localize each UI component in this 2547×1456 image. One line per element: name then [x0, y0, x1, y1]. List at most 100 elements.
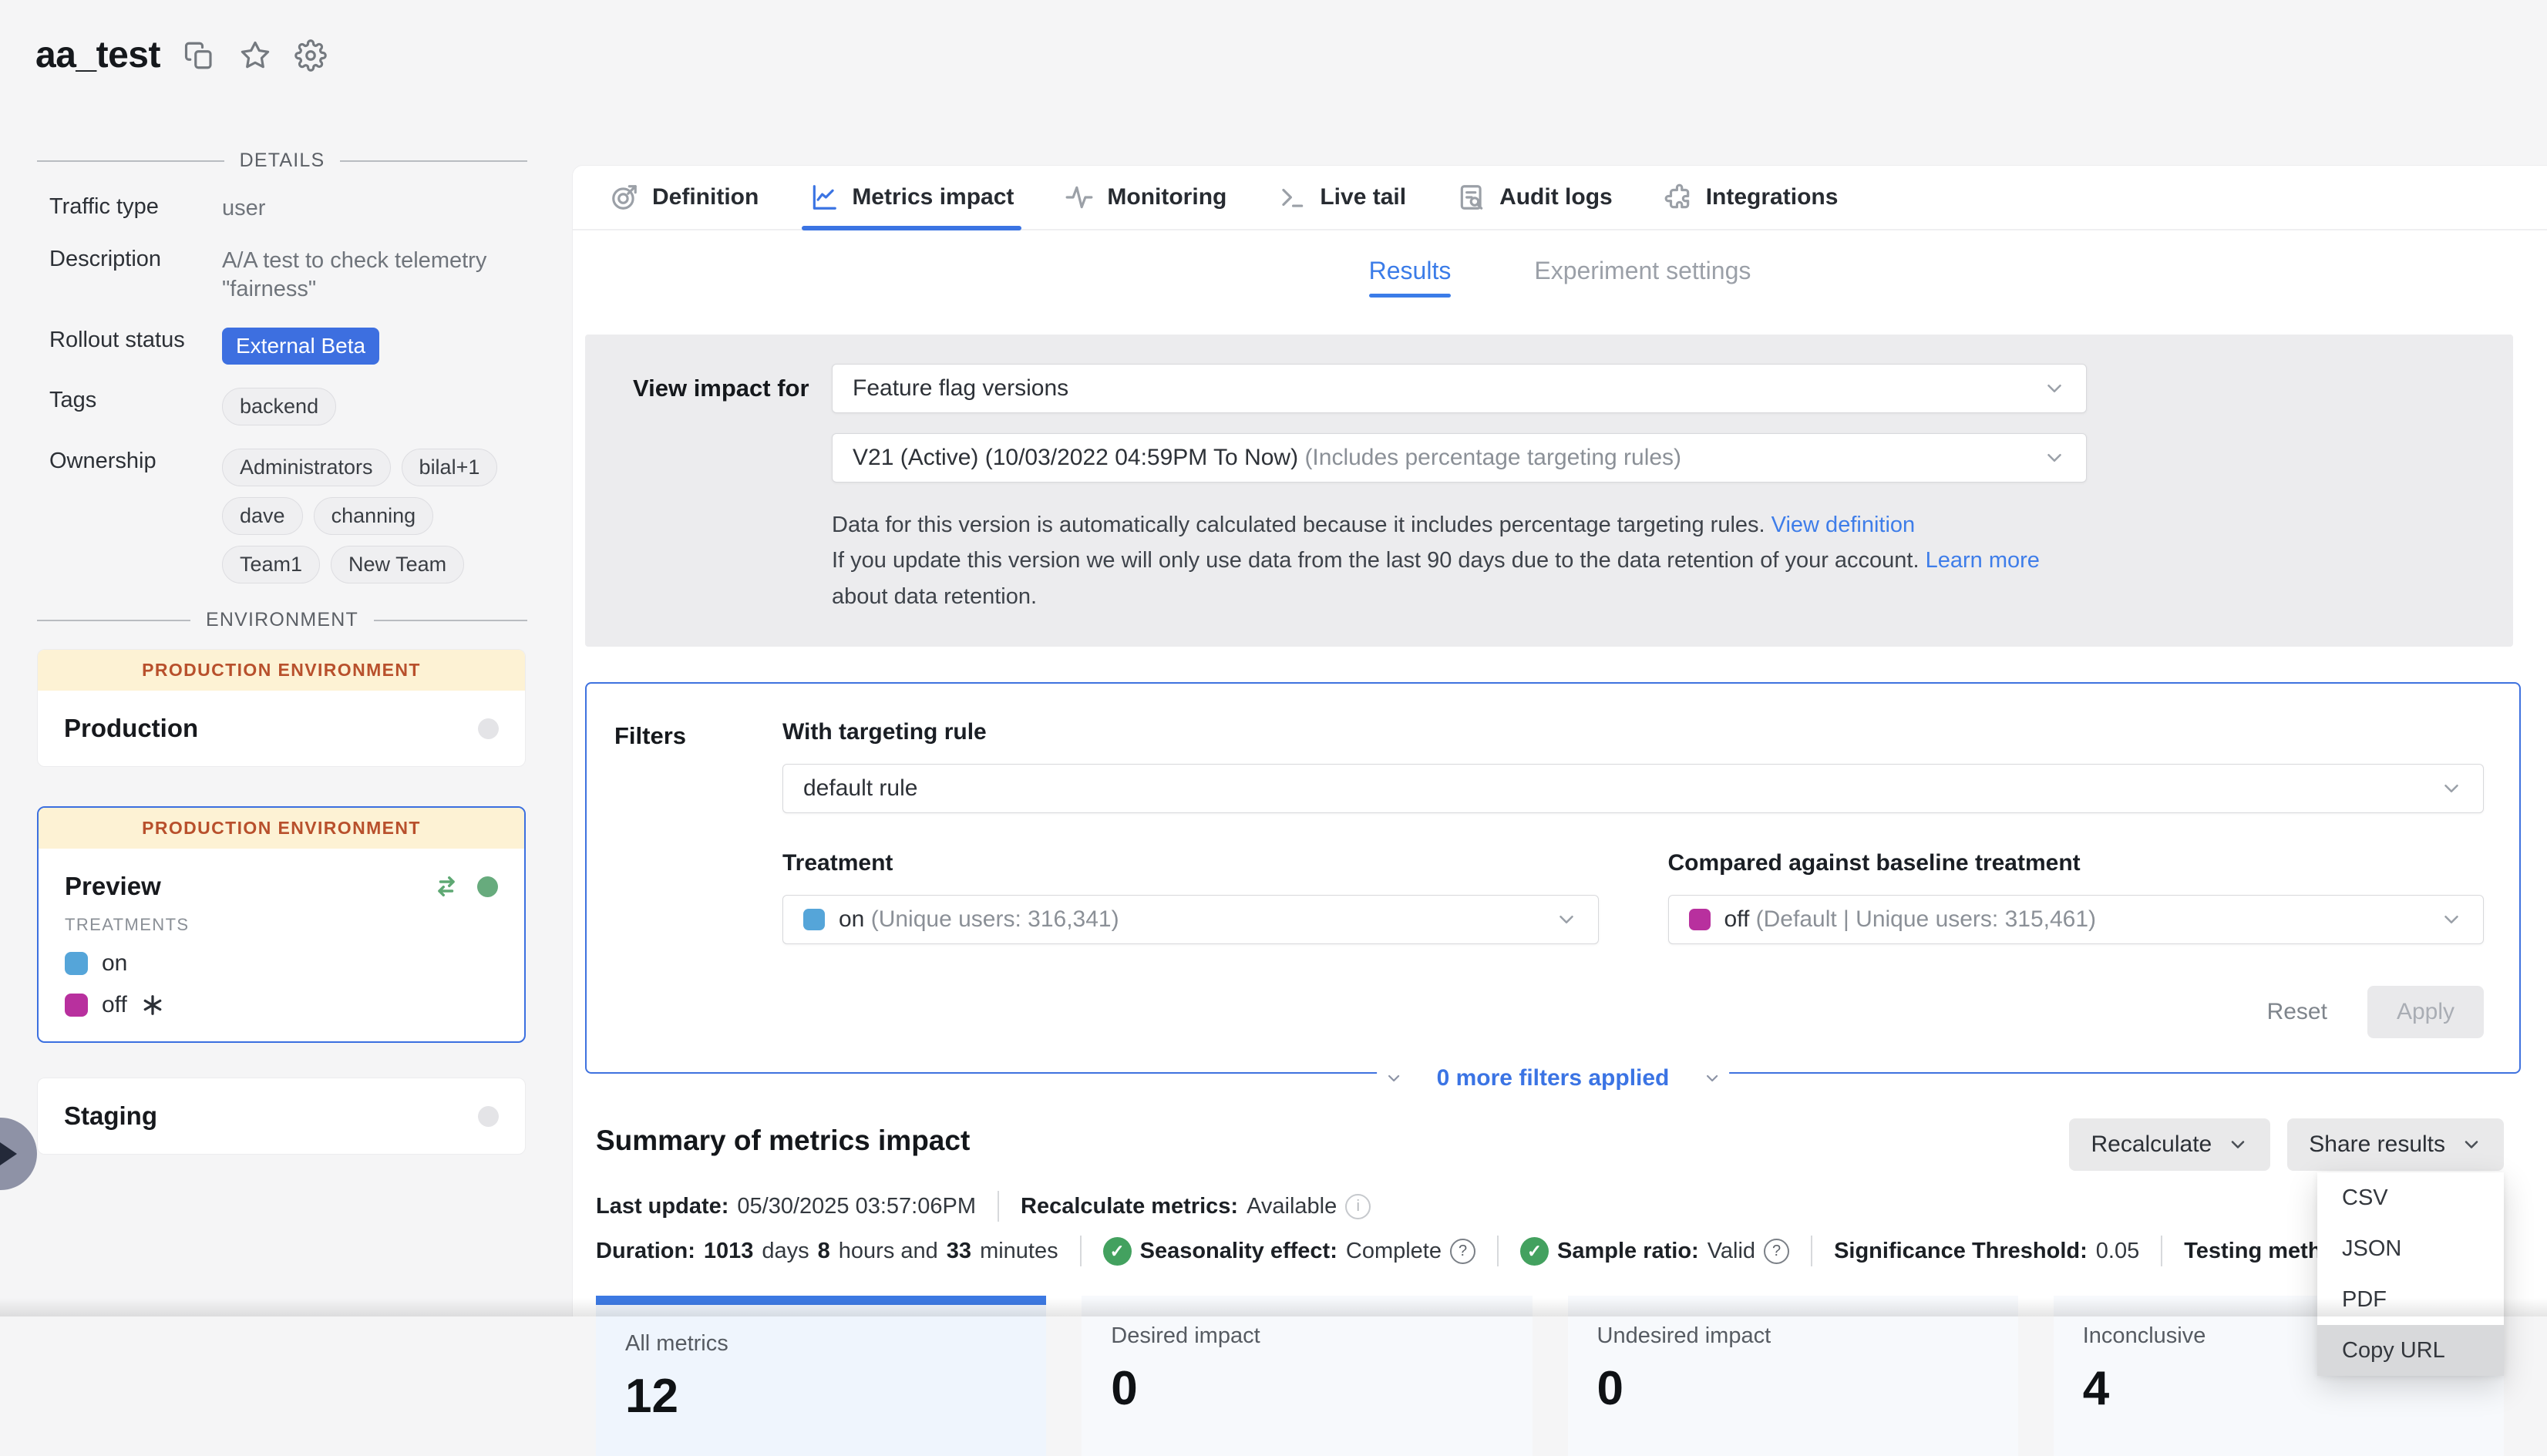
version-select[interactable]: V21 (Active) (10/03/2022 04:59PM To Now)…: [832, 433, 2087, 483]
chevron-down-icon: [2440, 908, 2463, 931]
default-treatment-asterisk-icon: [141, 994, 164, 1017]
environment-name: Production: [64, 714, 198, 743]
menu-item-copy-url[interactable]: Copy URL: [2317, 1325, 2504, 1376]
line-chart-icon: [809, 183, 839, 212]
copy-icon[interactable]: [183, 39, 216, 72]
status-dot-gray: [478, 718, 499, 739]
traffic-type-value: user: [222, 194, 524, 224]
targeting-rule-label: With targeting rule: [782, 719, 2484, 745]
reset-button[interactable]: Reset: [2267, 999, 2327, 1025]
description-value: A/A test to check telemetry "fairness": [222, 247, 524, 304]
check-circle-icon: ✓: [1520, 1237, 1549, 1266]
sidebar-collapse-button[interactable]: [0, 1118, 37, 1190]
tab-metrics-impact[interactable]: Metrics impact: [809, 166, 1014, 229]
subtab-results[interactable]: Results: [1369, 257, 1452, 298]
rollout-status-label: Rollout status: [49, 328, 222, 353]
details-section-header: DETAILS: [37, 150, 527, 172]
owner-pill[interactable]: New Team: [331, 546, 464, 583]
ownership-label: Ownership: [49, 449, 222, 474]
treatment-select[interactable]: on (Unique users: 316,341): [782, 895, 1599, 944]
results-subtabs: Results Experiment settings: [573, 257, 2547, 298]
environment-name: Preview: [65, 872, 161, 901]
version-note: (Includes percentage targeting rules): [1304, 445, 1681, 470]
recalculate-button[interactable]: Recalculate: [2069, 1118, 2270, 1171]
tab-integrations[interactable]: Integrations: [1664, 166, 1839, 229]
data-retention-note: If you update this version we will only …: [832, 543, 2087, 614]
version-auto-note: Data for this version is automatically c…: [832, 507, 2087, 543]
treatment-name: on: [102, 950, 127, 977]
view-impact-label: View impact for: [633, 364, 832, 614]
environment-section-header: ENVIRONMENT: [37, 609, 527, 631]
targeting-rule-select[interactable]: default rule: [782, 764, 2484, 813]
metric-summary-cards: All metrics 12 Desired impact 0 Undesire…: [596, 1296, 2504, 1456]
metric-card-undesired-impact[interactable]: Undesired impact 0: [1568, 1296, 2018, 1456]
treatments-label: TREATMENTS: [65, 915, 524, 935]
owner-pill[interactable]: dave: [222, 497, 303, 535]
treatment-name: off: [102, 992, 127, 1018]
learn-more-link[interactable]: Learn more: [1926, 548, 2040, 573]
target-icon: [610, 183, 639, 212]
share-results-button[interactable]: Share results: [2287, 1118, 2504, 1171]
main-panel: Definition Metrics impact Monitoring Liv…: [572, 165, 2547, 1316]
details-grid: Traffic type user Description A/A test t…: [49, 194, 524, 583]
flag-header: aa_test: [35, 34, 327, 76]
chevron-down-icon: [1703, 1069, 1721, 1088]
chevron-down-icon: [2461, 1134, 2482, 1155]
treatment-color-swatch: [65, 952, 88, 975]
apply-button[interactable]: Apply: [2367, 986, 2484, 1038]
tab-audit-logs[interactable]: Audit logs: [1457, 166, 1613, 229]
page-title: aa_test: [35, 34, 160, 76]
treatment-color-swatch: [803, 909, 825, 930]
share-results-menu: CSV JSON PDF Copy URL: [2317, 1172, 2504, 1376]
gear-icon[interactable]: [294, 39, 327, 72]
tags-label: Tags: [49, 388, 222, 413]
production-environment-banner: PRODUCTION ENVIRONMENT: [38, 650, 525, 691]
star-icon[interactable]: [239, 39, 271, 72]
owner-pill[interactable]: Team1: [222, 546, 320, 583]
chevron-down-icon: [2043, 446, 2066, 469]
help-icon[interactable]: ?: [1764, 1239, 1789, 1264]
status-dot-green: [477, 876, 498, 897]
chevron-right-icon: [0, 1142, 17, 1165]
metric-card-desired-impact[interactable]: Desired impact 0: [1082, 1296, 1532, 1456]
view-impact-panel: View impact for Feature flag versions V2…: [585, 335, 2513, 647]
description-label: Description: [49, 247, 222, 272]
view-definition-link[interactable]: View definition: [1771, 513, 1915, 537]
treatment-color-swatch: [1689, 909, 1711, 930]
summary-title: Summary of metrics impact: [596, 1118, 970, 1157]
owner-pill[interactable]: Administrators: [222, 449, 391, 486]
tag-pill[interactable]: backend: [222, 388, 336, 425]
tab-monitoring[interactable]: Monitoring: [1065, 166, 1226, 229]
help-icon[interactable]: ?: [1450, 1239, 1475, 1264]
owner-pill[interactable]: channing: [314, 497, 434, 535]
baseline-treatment-select[interactable]: off (Default | Unique users: 315,461): [1668, 895, 2485, 944]
swap-arrows-icon[interactable]: [432, 873, 460, 900]
check-circle-icon: ✓: [1103, 1237, 1132, 1266]
treatment-row-on: on: [65, 950, 524, 977]
chevron-down-icon: [2440, 777, 2463, 800]
owner-pill[interactable]: bilal+1: [402, 449, 498, 486]
treatment-row-off: off: [65, 992, 524, 1018]
treatment-color-swatch: [65, 994, 88, 1017]
rollout-status-badge: External Beta: [222, 328, 379, 365]
menu-item-csv[interactable]: CSV: [2317, 1172, 2504, 1223]
environment-card-staging[interactable]: Staging: [37, 1078, 526, 1155]
tab-live-tail[interactable]: Live tail: [1277, 166, 1406, 229]
environment-card-preview[interactable]: PRODUCTION ENVIRONMENT Preview TREATMENT…: [37, 806, 526, 1043]
menu-item-json[interactable]: JSON: [2317, 1223, 2504, 1274]
status-dot-gray: [478, 1106, 499, 1127]
production-environment-banner: PRODUCTION ENVIRONMENT: [39, 808, 524, 849]
more-filters-toggle[interactable]: 0 more filters applied: [1377, 1065, 1730, 1091]
pulse-icon: [1065, 183, 1094, 212]
tab-bar: Definition Metrics impact Monitoring Liv…: [573, 166, 2547, 230]
summary-stats-line-2: Duration: 1013 days 8 hours and 33 minut…: [596, 1236, 2504, 1266]
chevron-down-icon: [1385, 1069, 1403, 1088]
environment-card-production[interactable]: PRODUCTION ENVIRONMENT Production: [37, 649, 526, 767]
puzzle-icon: [1664, 183, 1693, 212]
impact-source-select[interactable]: Feature flag versions: [832, 364, 2087, 413]
tab-definition[interactable]: Definition: [610, 166, 759, 229]
terminal-icon: [1277, 183, 1307, 212]
subtab-experiment-settings[interactable]: Experiment settings: [1534, 257, 1751, 298]
info-icon[interactable]: i: [1345, 1194, 1371, 1219]
metric-card-all-metrics[interactable]: All metrics 12: [596, 1296, 1046, 1456]
